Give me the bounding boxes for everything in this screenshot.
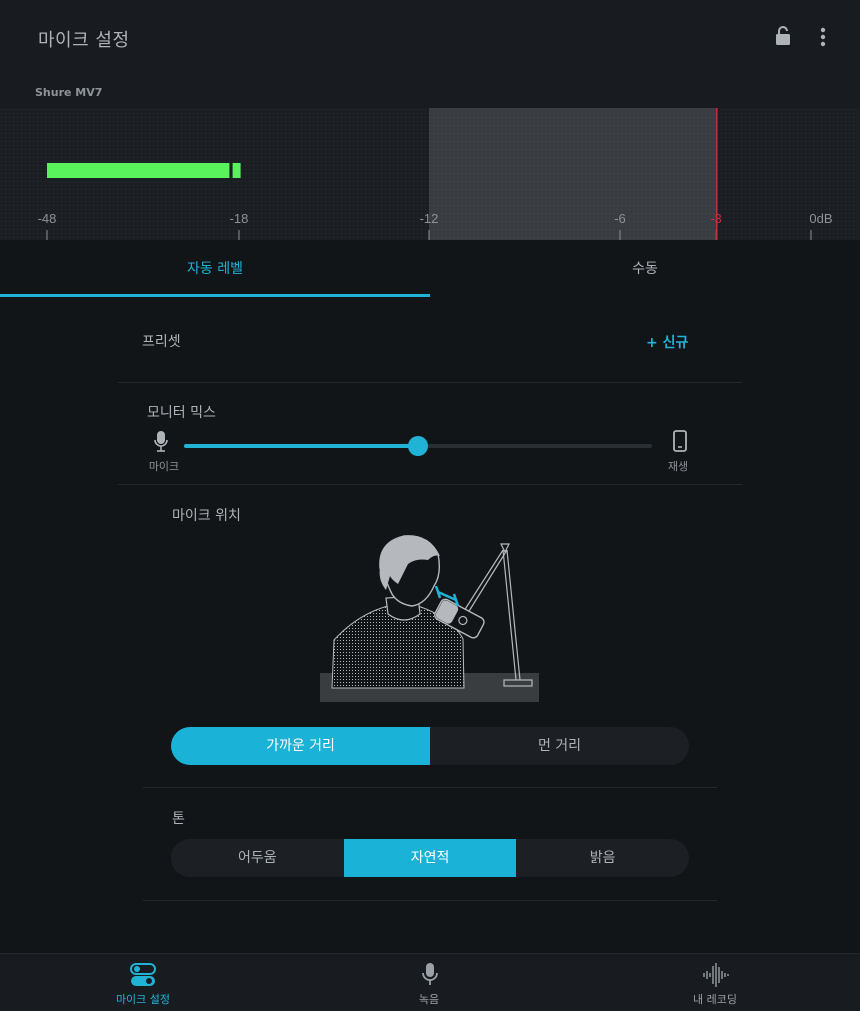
tab-manual[interactable]: 수동 [430, 240, 860, 297]
scale-label: -12 [420, 211, 439, 226]
lock-open-icon[interactable] [774, 25, 792, 47]
mix-right-label: 재생 [667, 460, 689, 473]
scale-label: 0dB [809, 211, 832, 226]
divider [143, 900, 717, 901]
preset-label: 프리셋 [142, 334, 181, 350]
new-preset-button[interactable]: + 신규 [646, 332, 688, 352]
monitor-mix-label: 모니터 믹스 [147, 405, 216, 421]
tone-dark-button[interactable]: 어두움 [171, 839, 344, 877]
divider [118, 382, 742, 383]
peak-marker [232, 163, 241, 178]
phone-icon [673, 430, 687, 452]
nav-label: 마이크 설정 [115, 993, 171, 1006]
nav-label: 녹음 [418, 993, 440, 1006]
mic-position-illustration [320, 535, 539, 702]
app-header: 마이크 설정 Shure MV7 -48 -18 -12 -6 -3 0dB [0, 0, 860, 240]
mic-position-label: 마이크 위치 [172, 508, 241, 524]
tone-label: 톤 [172, 811, 185, 827]
bottom-nav: 마이크 설정 녹음 내 레코딩 [0, 953, 860, 1011]
slider-fill [184, 444, 418, 448]
divider [143, 787, 717, 788]
mic-position-selector: 가까운 거리 먼 거리 [171, 727, 689, 765]
page-title: 마이크 설정 [38, 30, 130, 51]
level-bar [47, 163, 230, 178]
tone-selector: 어두움 자연적 밝음 [171, 839, 689, 877]
device-name: Shure MV7 [35, 86, 103, 99]
nav-my-recordings[interactable]: 내 레코딩 [572, 954, 858, 1011]
near-distance-button[interactable]: 가까운 거리 [171, 727, 430, 765]
microphone-icon [154, 431, 168, 452]
toggles-icon [130, 963, 156, 986]
waveform-icon [703, 963, 729, 987]
monitor-mix-slider[interactable] [184, 436, 652, 456]
far-distance-button[interactable]: 먼 거리 [430, 727, 689, 765]
active-tab-indicator [0, 294, 430, 297]
scale-label: -48 [38, 211, 57, 226]
mode-tabs: 자동 레벨 수동 [0, 240, 860, 297]
nav-record[interactable]: 녹음 [286, 954, 572, 1011]
slider-thumb[interactable] [408, 436, 428, 456]
nav-mic-settings[interactable]: 마이크 설정 [0, 954, 286, 1011]
divider [118, 484, 742, 485]
scale-label: -6 [614, 211, 626, 226]
nav-label: 내 레코딩 [693, 993, 737, 1006]
level-meter: -48 -18 -12 -6 -3 0dB [0, 108, 860, 240]
scale-label: -3 [710, 211, 722, 226]
tone-bright-button[interactable]: 밝음 [516, 839, 689, 877]
more-vertical-icon[interactable] [814, 26, 832, 48]
tab-auto-level[interactable]: 자동 레벨 [0, 240, 430, 297]
target-range-zone [429, 108, 716, 240]
mix-left-label: 마이크 [148, 460, 180, 473]
tone-natural-button[interactable]: 자연적 [343, 839, 517, 877]
microphone-icon [422, 963, 438, 985]
scale-label: -18 [230, 211, 249, 226]
